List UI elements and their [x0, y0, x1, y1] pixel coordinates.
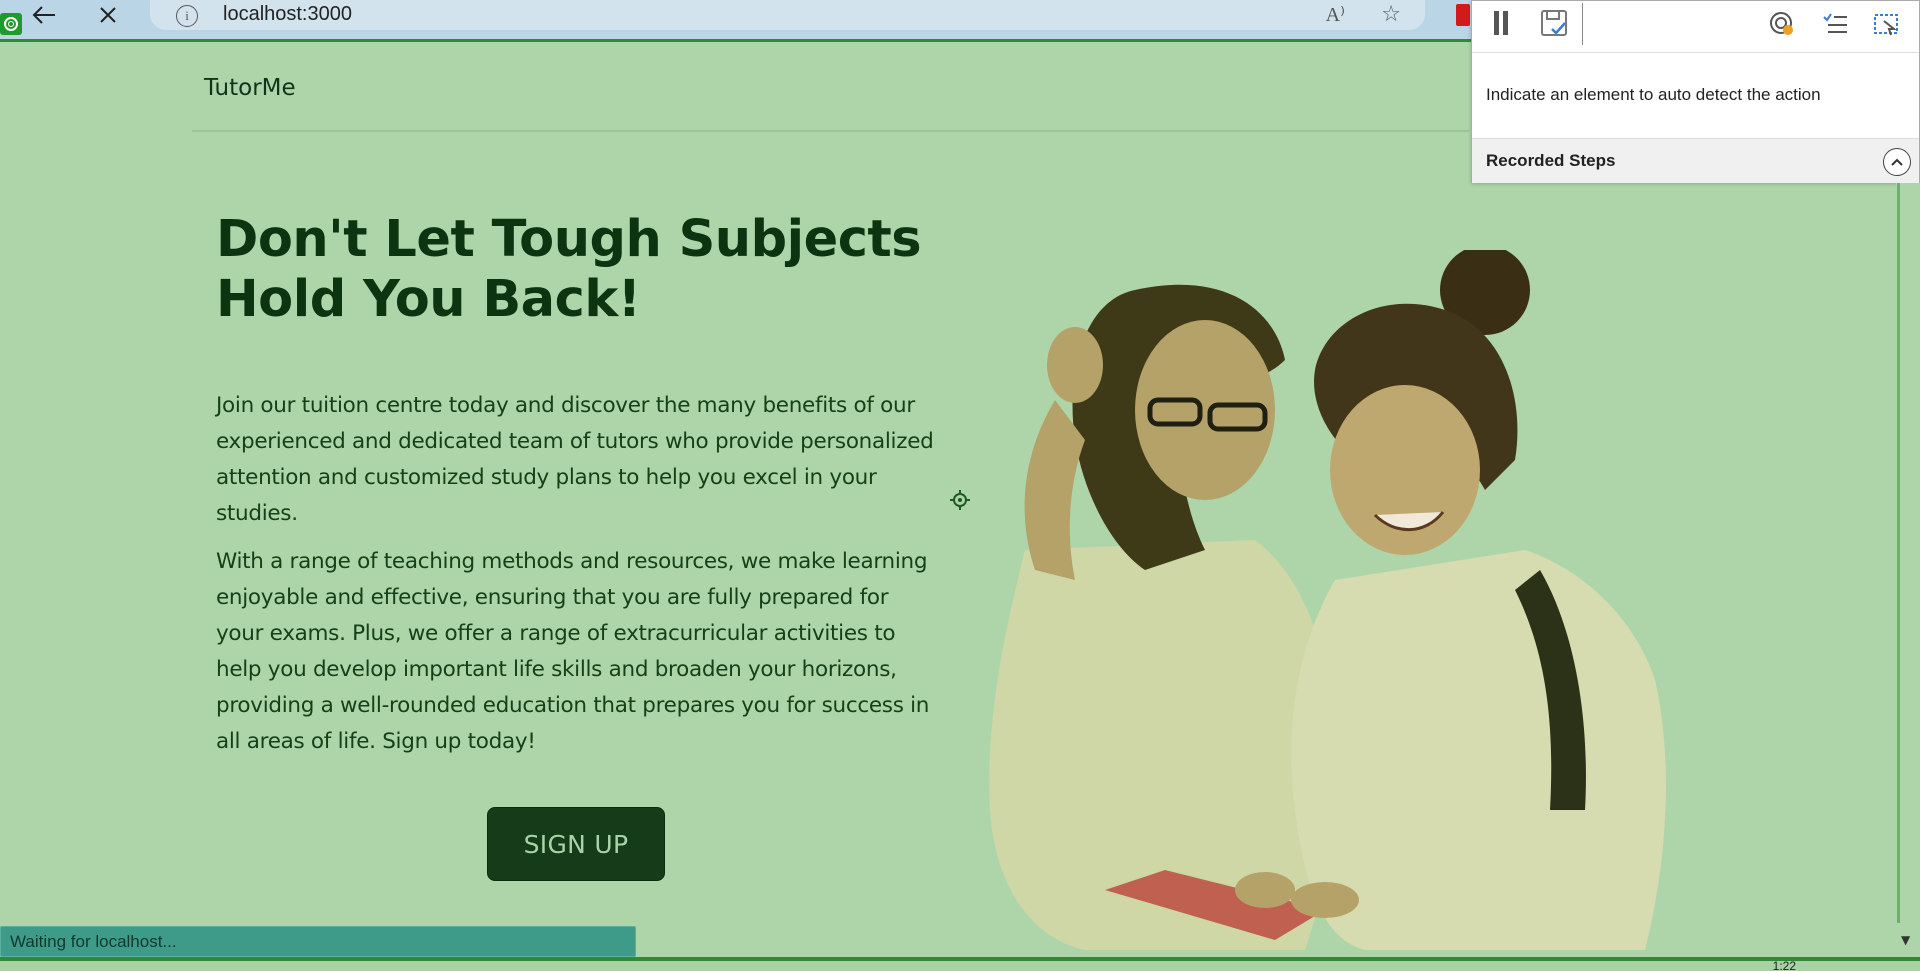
details-paragraph: With a range of teaching methods and res… — [216, 549, 930, 754]
save-icon[interactable] — [1539, 8, 1569, 38]
page-scrollbar[interactable]: ▼ — [1896, 183, 1920, 953]
status-bar: Waiting for localhost... — [0, 926, 636, 957]
brand-logo[interactable]: TutorMe — [204, 75, 296, 101]
address-bar[interactable]: i localhost:3000 A⁾ ☆ — [150, 0, 1425, 30]
hero-image — [989, 250, 1666, 950]
recorded-steps-title: Recorded Steps — [1486, 151, 1616, 170]
extension-icon[interactable] — [1456, 4, 1470, 26]
site-info-icon[interactable]: i — [176, 5, 198, 27]
nav-divider — [192, 130, 1472, 132]
url-text[interactable]: localhost:3000 — [223, 3, 352, 26]
close-icon[interactable] — [86, 0, 130, 30]
scrollbar-thumb[interactable] — [1897, 183, 1900, 923]
taskbar: 1:22 — [0, 957, 1920, 971]
scroll-down-icon[interactable]: ▼ — [1901, 933, 1910, 947]
recorded-steps-header[interactable]: Recorded Steps — [1472, 138, 1919, 183]
read-aloud-icon[interactable]: A⁾ — [1326, 2, 1345, 27]
toolbar-separator — [1582, 3, 1583, 45]
hero-title-line2: Hold You Back! — [216, 270, 641, 329]
pause-icon[interactable] — [1492, 11, 1510, 35]
hero-title: Don't Let Tough Subjects Hold You Back! — [216, 210, 976, 330]
hero-title-line1: Don't Let Tough Subjects — [216, 210, 922, 269]
taskbar-clock: 1:22 — [1772, 959, 1796, 971]
recording-badge-icon — [0, 13, 22, 35]
chevron-up-icon[interactable] — [1883, 148, 1911, 176]
status-text: Waiting for localhost... — [10, 932, 177, 951]
signup-button[interactable]: SIGN UP — [487, 807, 665, 881]
intro-paragraph: Join our tuition centre today and discov… — [216, 393, 934, 526]
detect-icon[interactable] — [1767, 9, 1797, 39]
recorder-toolbar — [1472, 1, 1919, 53]
recorder-panel: Indicate an element to auto detect the a… — [1471, 0, 1920, 183]
back-arrow-icon[interactable] — [22, 0, 66, 30]
recorder-hint: Indicate an element to auto detect the a… — [1486, 85, 1821, 104]
select-element-icon[interactable] — [1872, 9, 1902, 39]
favorites-add-icon[interactable]: ☆ — [1381, 2, 1401, 27]
steps-list-icon[interactable] — [1820, 9, 1850, 39]
